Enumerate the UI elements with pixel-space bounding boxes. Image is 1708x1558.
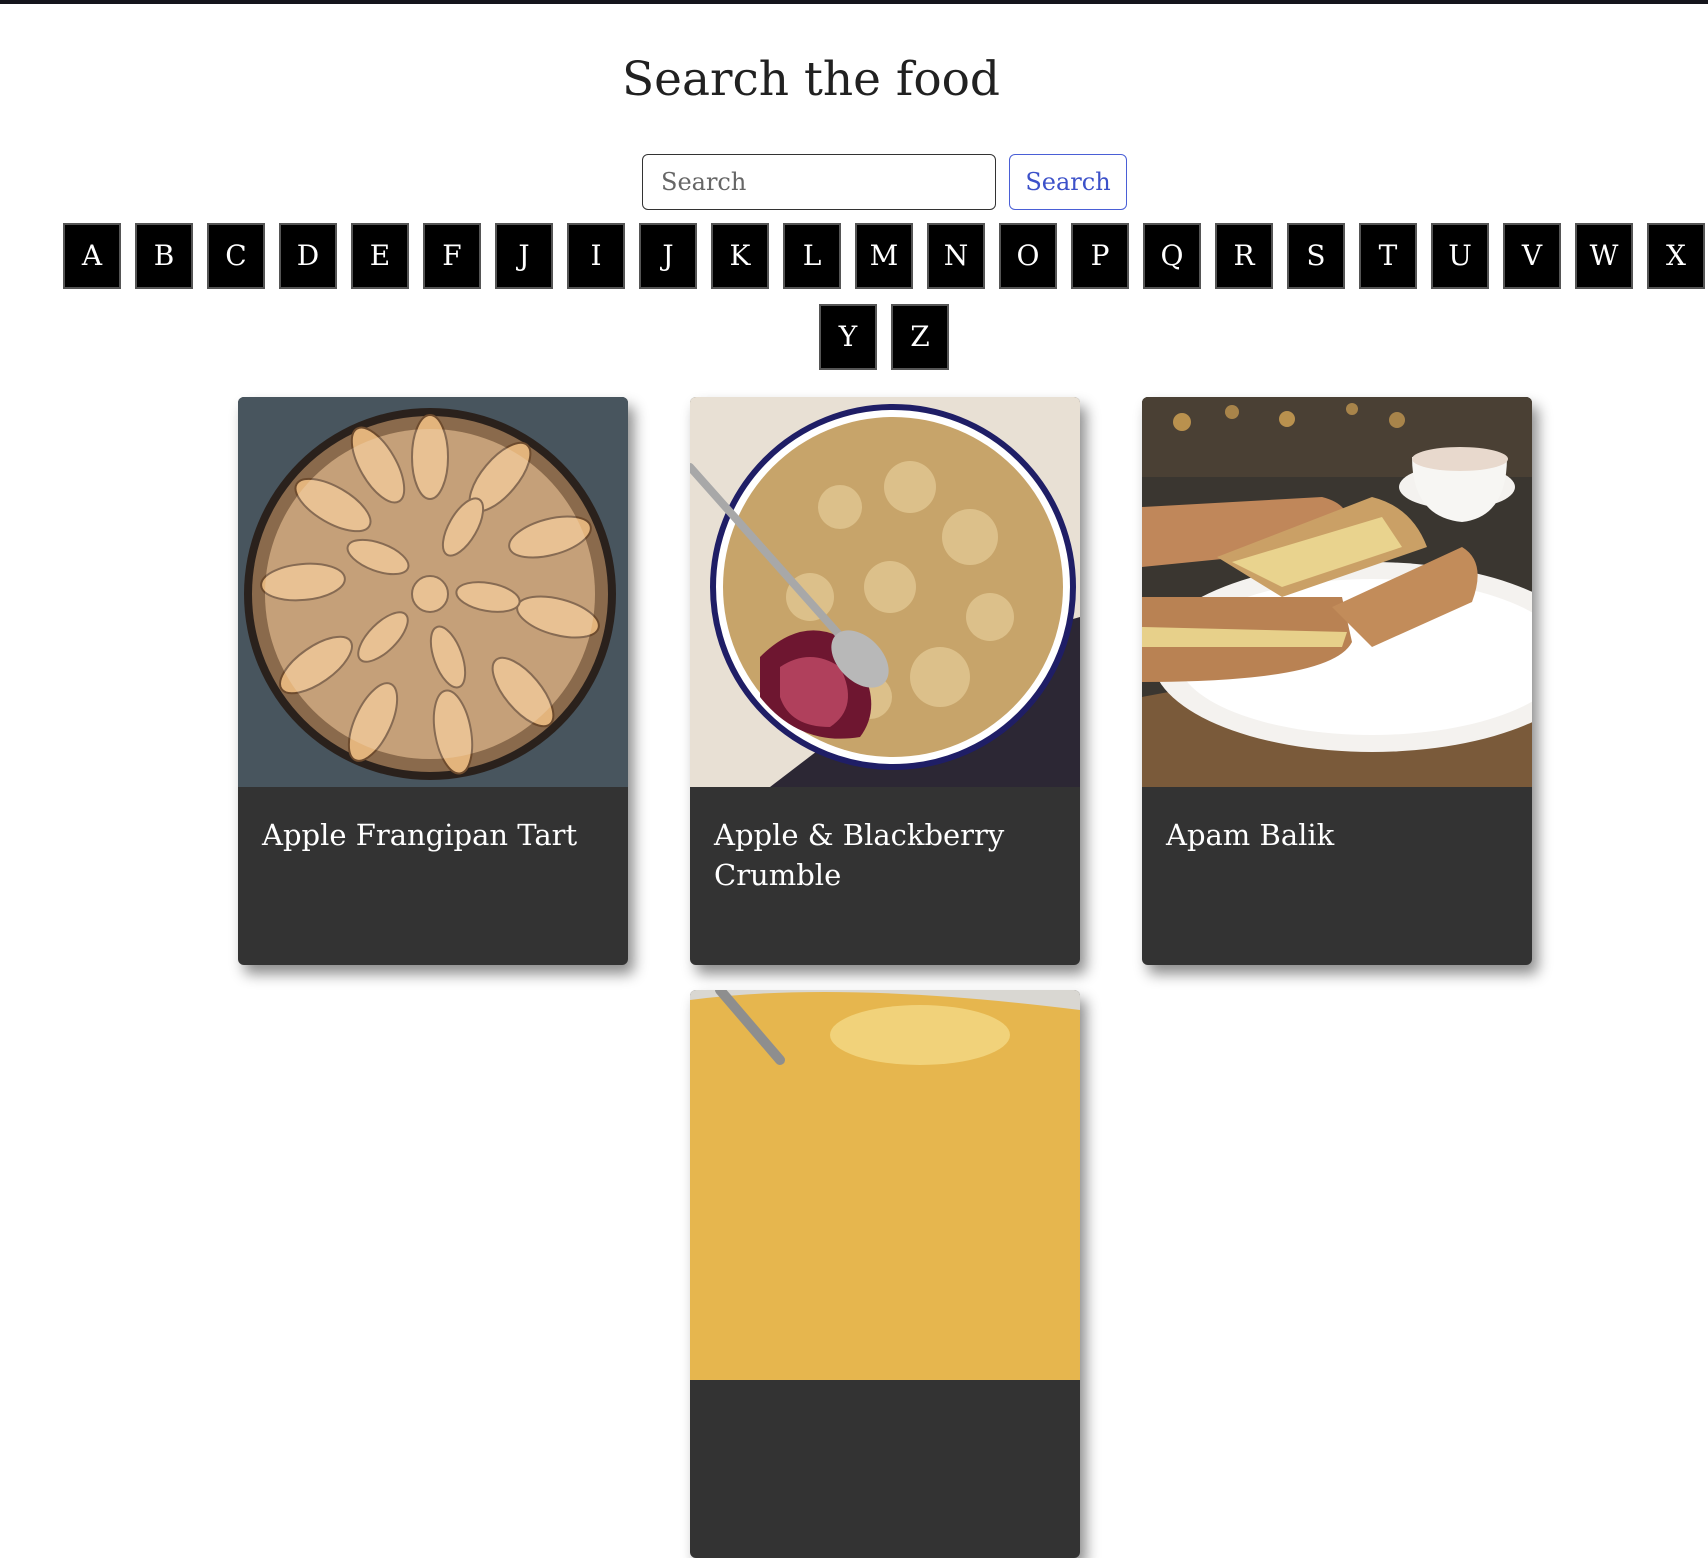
letter-button-z[interactable]: Z — [891, 304, 949, 370]
meal-image-apam-balik — [1142, 397, 1532, 787]
letter-button-x[interactable]: X — [1647, 223, 1705, 289]
letter-button-n[interactable]: N — [927, 223, 985, 289]
letter-button-i[interactable]: I — [567, 223, 625, 289]
letter-button-y[interactable]: Y — [819, 304, 877, 370]
letter-button-w[interactable]: W — [1575, 223, 1633, 289]
letter-button-l[interactable]: L — [783, 223, 841, 289]
letter-button-o[interactable]: O — [999, 223, 1057, 289]
meal-card-apam-balik[interactable]: Apam Balik — [1142, 397, 1532, 965]
letter-button-b[interactable]: B — [135, 223, 193, 289]
letter-button-s[interactable]: S — [1287, 223, 1345, 289]
letter-button-m[interactable]: M — [855, 223, 913, 289]
meal-image-tart — [238, 397, 628, 787]
letter-button-j[interactable]: J — [639, 223, 697, 289]
letter-button-a[interactable]: A — [63, 223, 121, 289]
meal-card-apple-frangipan-tart[interactable]: Apple Frangipan Tart — [238, 397, 628, 965]
meal-card-title: Apam Balik — [1166, 818, 1335, 852]
letter-button-r[interactable]: R — [1215, 223, 1273, 289]
letter-button-v[interactable]: V — [1503, 223, 1561, 289]
letter-button-k[interactable]: K — [711, 223, 769, 289]
meal-image-crumble — [690, 397, 1080, 787]
letter-button-e[interactable]: E — [351, 223, 409, 289]
letter-button-f[interactable]: F — [423, 223, 481, 289]
letter-button-p[interactable]: P — [1071, 223, 1129, 289]
meal-card-partial[interactable] — [690, 990, 1080, 1558]
meal-image-partial — [690, 990, 1080, 1380]
meal-card-title: Apple Frangipan Tart — [262, 818, 578, 852]
letter-button-j-first[interactable]: J — [495, 223, 553, 289]
letter-button-d[interactable]: D — [279, 223, 337, 289]
meal-card-title: Apple & Blackberry Crumble — [714, 818, 1005, 892]
letter-button-q[interactable]: Q — [1143, 223, 1201, 289]
letter-button-c[interactable]: C — [207, 223, 265, 289]
letter-button-u[interactable]: U — [1431, 223, 1489, 289]
meal-card-apple-blackberry-crumble[interactable]: Apple & Blackberry Crumble — [690, 397, 1080, 965]
alphabet-filter: A B C D E F J I J K L M N O P Q R S T U … — [0, 0, 1708, 380]
letter-button-t[interactable]: T — [1359, 223, 1417, 289]
